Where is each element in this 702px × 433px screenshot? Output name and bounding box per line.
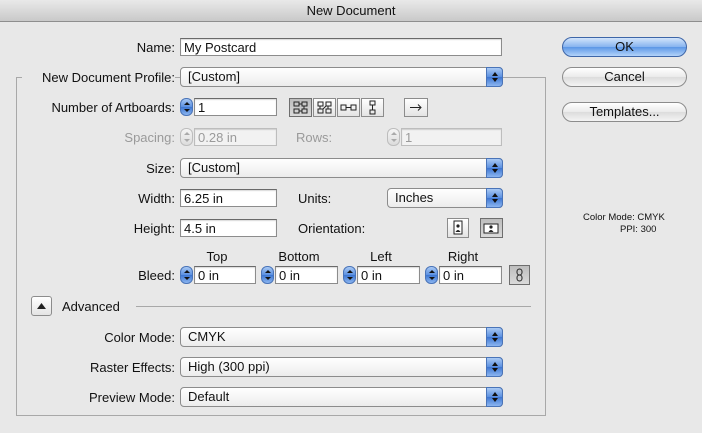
orientation-label: Orientation: (298, 221, 366, 236)
bleed-left-label: Left (370, 249, 392, 264)
arrange-by-row-icon (340, 104, 357, 111)
raster-effects-select[interactable]: High (300 ppi) (180, 357, 503, 377)
raster-effects-select-value: High (300 ppi) (188, 359, 270, 374)
width-input[interactable]: 6.25 in (180, 189, 277, 207)
landscape-button[interactable] (480, 218, 503, 238)
height-label: Height: (133, 221, 175, 236)
arrange-by-column-button[interactable] (361, 98, 384, 117)
layout-direction-button[interactable] (404, 98, 428, 117)
profile-select[interactable]: [Custom] (180, 67, 503, 87)
profile-label: New Document Profile: (22, 70, 175, 85)
artboards-label: Number of Artboards: (51, 100, 175, 115)
bleed-left-input[interactable]: 0 in (357, 266, 420, 284)
height-input[interactable]: 4.5 in (180, 219, 277, 237)
width-label: Width: (138, 191, 175, 206)
bleed-bottom-label: Bottom (278, 249, 320, 264)
units-select[interactable]: Inches (387, 188, 503, 208)
units-label: Units: (298, 191, 332, 206)
chevron-updown-icon (486, 188, 503, 208)
bleed-right-stepper[interactable] (425, 266, 438, 284)
summary-ppi: PPI: 300 (620, 224, 657, 235)
color-mode-select-value: CMYK (188, 329, 226, 344)
color-mode-label: Color Mode: (104, 330, 175, 345)
bleed-left-stepper[interactable] (343, 266, 356, 284)
templates-button[interactable]: Templates... (562, 102, 687, 122)
arrange-by-row-button[interactable] (337, 98, 360, 117)
rows-label: Rows: (296, 130, 333, 145)
name-input[interactable]: My Postcard (180, 38, 502, 56)
bleed-bottom-stepper[interactable] (261, 266, 274, 284)
bleed-top-stepper[interactable] (180, 266, 193, 284)
spacing-input[interactable]: 0.28 in (194, 128, 277, 146)
bleed-label: Bleed: (138, 268, 175, 283)
triangle-up-icon (37, 303, 46, 309)
chevron-updown-icon (486, 67, 503, 87)
chain-link-icon (516, 268, 523, 282)
bleed-bottom-input[interactable]: 0 in (275, 266, 338, 284)
raster-effects-label: Raster Effects: (89, 360, 175, 375)
portrait-icon (453, 220, 463, 235)
artboards-stepper[interactable] (180, 98, 193, 116)
grid-by-row-button[interactable] (289, 98, 312, 117)
chevron-updown-icon (486, 158, 503, 178)
spacing-stepper[interactable] (180, 128, 193, 146)
bleed-right-input[interactable]: 0 in (439, 266, 502, 284)
portrait-button[interactable] (447, 218, 469, 238)
grid-by-column-icon (317, 101, 332, 114)
summary-color-mode: Color Mode: CMYK (583, 212, 665, 223)
window-title: New Document (0, 0, 702, 22)
preview-mode-select[interactable]: Default (180, 387, 503, 407)
spacing-label: Spacing: (124, 130, 175, 145)
size-label: Size: (146, 161, 175, 176)
rows-input[interactable]: 1 (401, 128, 502, 146)
bleed-top-input[interactable]: 0 in (194, 266, 256, 284)
grid-by-row-icon (293, 101, 308, 114)
profile-select-value: [Custom] (188, 69, 241, 84)
chevron-updown-icon (486, 357, 503, 377)
preview-mode-label: Preview Mode: (89, 390, 175, 405)
bleed-right-label: Right (447, 249, 479, 264)
preview-mode-select-value: Default (188, 389, 230, 404)
grid-by-column-button[interactable] (313, 98, 336, 117)
cancel-button[interactable]: Cancel (562, 67, 687, 87)
size-select-value: [Custom] (188, 160, 241, 175)
color-mode-select[interactable]: CMYK (180, 327, 503, 347)
arrange-by-column-icon (369, 100, 376, 115)
artboards-input[interactable]: 1 (194, 98, 277, 116)
chevron-updown-icon (486, 387, 503, 407)
units-select-value: Inches (395, 190, 434, 205)
ok-button[interactable]: OK (562, 37, 687, 57)
advanced-label: Advanced (62, 299, 120, 314)
rows-stepper[interactable] (387, 128, 400, 146)
bleed-link-button[interactable] (509, 265, 530, 285)
chevron-updown-icon (486, 327, 503, 347)
size-select[interactable]: [Custom] (180, 158, 503, 178)
arrow-right-icon (410, 104, 422, 111)
advanced-divider (136, 306, 531, 307)
advanced-toggle-button[interactable] (31, 296, 52, 316)
name-label: Name: (136, 40, 175, 55)
bleed-top-label: Top (206, 249, 228, 264)
landscape-icon (483, 223, 499, 234)
